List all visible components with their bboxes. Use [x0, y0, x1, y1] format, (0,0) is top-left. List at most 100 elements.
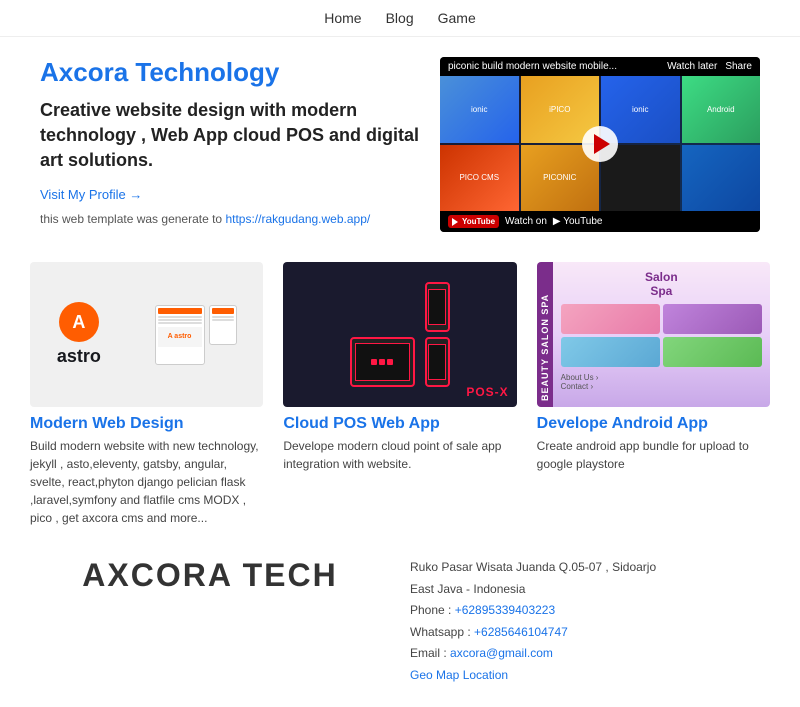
astro-screen-line1 — [158, 316, 202, 318]
footer-contact: Ruko Pasar Wisata Juanda Q.05-07 , Sidoa… — [410, 557, 770, 687]
salon-img2 — [663, 304, 762, 334]
card-cloud-pos-title: Cloud POS Web App — [283, 415, 516, 433]
template-note: this web template was generate to https:… — [40, 212, 420, 226]
pos-dot1 — [371, 359, 377, 365]
astro-big-screen: A astro — [155, 305, 205, 365]
nav-game[interactable]: Game — [438, 10, 476, 26]
footer-whatsapp-link[interactable]: +6285646104747 — [474, 625, 568, 639]
youtube-logo: YouTube — [448, 215, 499, 228]
astro-logo: A — [59, 302, 99, 342]
pos-red-grid — [371, 359, 393, 365]
salon-side-text: BEAUTY SALON SPA — [537, 262, 553, 407]
video-title: piconic build modern website mobile... — [448, 61, 667, 72]
nav-home[interactable]: Home — [324, 10, 361, 26]
salon-link-about: About Us › — [561, 373, 762, 382]
template-url-link[interactable]: https://rakgudang.web.app/ — [225, 212, 370, 226]
astro-small-line1 — [212, 316, 234, 318]
salon-title: SalonSpa — [645, 270, 678, 298]
card-modern-web: A astro A astro — [30, 262, 263, 527]
card-pos-image: POS-X — [283, 262, 516, 407]
card-cloud-pos-desc: Develope modern cloud point of sale app … — [283, 437, 516, 473]
astro-screen-line3 — [158, 322, 202, 324]
video-content[interactable]: ionic iPICO ionic Android PICO CMS PICON… — [440, 76, 760, 211]
card-cloud-pos: POS-X Cloud POS Web App Develope modern … — [283, 262, 516, 527]
card-android: BEAUTY SALON SPA SalonSpa About Us › Con… — [537, 262, 770, 527]
card-android-image: BEAUTY SALON SPA SalonSpa About Us › Con… — [537, 262, 770, 407]
footer-phone-link[interactable]: +62895339403223 — [455, 603, 555, 617]
hero-section: Axcora Technology Creative website desig… — [0, 37, 800, 252]
footer-logo: AXCORA TECH — [30, 557, 390, 594]
salon-img3 — [561, 337, 660, 367]
share-label[interactable]: Share — [725, 61, 752, 72]
pos-badge: POS-X — [466, 385, 508, 399]
pos-dot3 — [387, 359, 393, 365]
youtube-text: YouTube — [462, 217, 495, 226]
pos-phones — [425, 282, 450, 387]
salon-links: About Us › Contact › — [561, 373, 762, 391]
pos-monitor — [350, 337, 415, 387]
footer-geo-row: Geo Map Location — [410, 665, 770, 687]
pos-dot2 — [379, 359, 385, 365]
video-bottom-bar: YouTube Watch on ▶ YouTube — [440, 211, 760, 232]
astro-screen-content: A astro — [158, 327, 202, 347]
astro-mini-logo: A astro — [168, 333, 192, 340]
footer-address: Ruko Pasar Wisata Juanda Q.05-07 , Sidoa… — [410, 557, 770, 579]
watch-on-label: Watch on — [505, 216, 547, 227]
astro-screen-header — [158, 308, 202, 314]
pos-phone2 — [425, 337, 450, 387]
main-nav: Home Blog Game — [0, 0, 800, 37]
pos-phone1 — [425, 282, 450, 332]
nav-blog[interactable]: Blog — [386, 10, 414, 26]
card-modern-web-desc: Build modern website with new technology… — [30, 437, 263, 527]
astro-text: astro — [57, 346, 101, 367]
cell-picocms: PICO CMS — [440, 145, 519, 212]
card-modern-web-title: Modern Web Design — [30, 415, 263, 433]
footer-whatsapp-row: Whatsapp : +6285646104747 — [410, 622, 770, 644]
youtube-brand: ▶ YouTube — [553, 216, 603, 227]
astro-small-header — [212, 308, 234, 314]
astro-small-line2 — [212, 319, 234, 321]
pos-monitor-screen — [355, 343, 410, 381]
hero-title: Axcora Technology — [40, 57, 420, 88]
astro-logo-area: A astro — [57, 302, 101, 367]
visit-profile-link[interactable]: Visit My Profile → — [40, 187, 142, 202]
pos-phone-screen2 — [428, 344, 446, 380]
footer-geo-link[interactable]: Geo Map Location — [410, 668, 508, 682]
yt-play-icon — [452, 218, 458, 226]
hero-tagline: Creative website design with modern tech… — [40, 98, 420, 174]
salon-link-contact: Contact › — [561, 382, 762, 391]
footer-email-label: Email : — [410, 646, 450, 660]
salon-images — [561, 304, 762, 367]
card-android-desc: Create android app bundle for upload to … — [537, 437, 770, 473]
card-modern-web-image: A astro A astro — [30, 262, 263, 407]
play-icon — [594, 134, 610, 154]
hero-text: Axcora Technology Creative website desig… — [40, 57, 420, 226]
salon-img4 — [663, 337, 762, 367]
footer-email-link[interactable]: axcora@gmail.com — [450, 646, 553, 660]
cell-android: Android — [682, 76, 761, 143]
footer-region: East Java - Indonesia — [410, 579, 770, 601]
play-button[interactable] — [582, 126, 618, 162]
footer-logo-text: AXCORA TECH — [82, 557, 337, 594]
video-container: piconic build modern website mobile... W… — [440, 57, 760, 232]
footer-phone-row: Phone : +62895339403223 — [410, 600, 770, 622]
pos-devices — [350, 282, 450, 387]
astro-devices: A astro — [155, 305, 237, 365]
footer-whatsapp-label: Whatsapp : — [410, 625, 474, 639]
footer-phone-label: Phone : — [410, 603, 455, 617]
pos-phone-screen1 — [428, 289, 446, 325]
astro-screen-line2 — [158, 319, 202, 321]
video-player[interactable]: piconic build modern website mobile... W… — [440, 57, 760, 232]
cell-ionic: ionic — [440, 76, 519, 143]
footer-section: AXCORA TECH Ruko Pasar Wisata Juanda Q.0… — [0, 537, 800, 707]
astro-small-screen — [209, 305, 237, 345]
cards-section: A astro A astro — [0, 252, 800, 537]
video-actions: Watch later Share — [667, 61, 752, 72]
footer-email-row: Email : axcora@gmail.com — [410, 643, 770, 665]
video-top-bar: piconic build modern website mobile... W… — [440, 57, 760, 76]
salon-right-content: SalonSpa About Us › Contact › — [553, 262, 770, 407]
salon-img1 — [561, 304, 660, 334]
card-android-title: Develope Android App — [537, 415, 770, 433]
cell-blue2 — [682, 145, 761, 212]
watch-later-label[interactable]: Watch later — [667, 61, 717, 72]
